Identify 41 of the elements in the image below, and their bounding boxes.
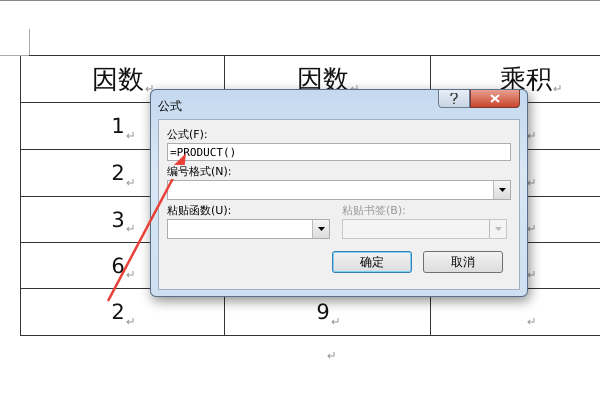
paragraph-mark-icon xyxy=(126,317,134,325)
paragraph-mark-icon xyxy=(350,84,358,92)
close-icon xyxy=(490,94,500,103)
paragraph-mark-icon xyxy=(126,178,134,186)
help-button[interactable] xyxy=(438,90,470,108)
dropdown-arrow-icon xyxy=(494,227,502,231)
table-cell: 3 xyxy=(111,208,125,232)
table-cell: 6 xyxy=(111,254,125,278)
paragraph-mark-icon xyxy=(526,224,534,232)
paste-bookmark-label: 粘贴书签(B): xyxy=(342,204,406,218)
paragraph-mark-icon xyxy=(327,351,335,359)
formula-label: 公式(F): xyxy=(167,128,208,142)
table-cell: 2 xyxy=(111,161,125,185)
help-icon xyxy=(450,93,458,104)
paragraph-mark-icon xyxy=(526,178,534,186)
paragraph-mark-icon xyxy=(330,317,339,325)
paragraph-mark-icon xyxy=(145,84,153,92)
column-header: 乘积 xyxy=(500,64,552,96)
close-button[interactable] xyxy=(470,90,520,108)
number-format-dropdown[interactable] xyxy=(167,180,511,200)
paste-bookmark-dropdown[interactable] xyxy=(342,219,507,239)
number-format-label: 编号格式(N): xyxy=(167,165,232,179)
paragraph-mark-icon xyxy=(526,317,534,325)
paragraph-mark-icon xyxy=(126,131,134,139)
dropdown-arrow-icon xyxy=(318,227,324,231)
table-cell: 9 xyxy=(316,300,330,324)
paragraph-mark-icon xyxy=(526,131,534,139)
table-cell: 1 xyxy=(111,114,125,138)
table-cell: 2 xyxy=(111,300,125,324)
paste-function-dropdown[interactable] xyxy=(167,219,330,239)
paragraph-mark-icon xyxy=(126,270,134,278)
dropdown-arrow-icon xyxy=(498,188,506,192)
paste-function-label: 粘贴函数(U): xyxy=(167,204,232,218)
paragraph-mark-icon xyxy=(526,270,534,278)
formula-field[interactable]: =PRODUCT() xyxy=(167,143,511,161)
paragraph-mark-icon xyxy=(553,84,561,92)
paragraph-mark-icon xyxy=(126,224,134,232)
dialog-button[interactable]: 取消 xyxy=(423,251,503,273)
dialog-title: 公式 xyxy=(158,98,182,115)
dialog-button[interactable]: 确定 xyxy=(332,251,412,273)
column-header: 因数 xyxy=(92,64,144,96)
